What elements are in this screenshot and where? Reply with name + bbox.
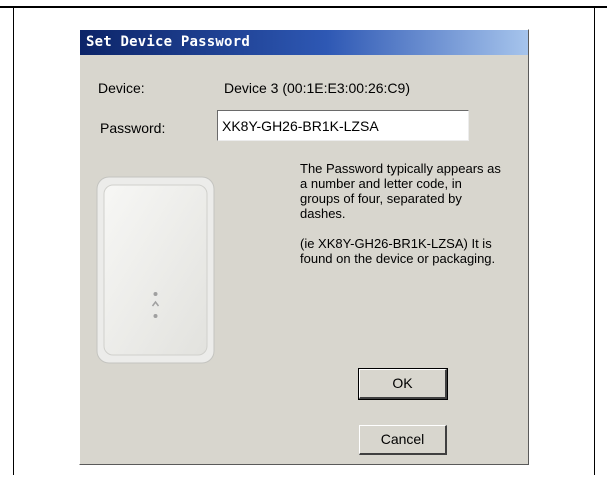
ok-button[interactable]: OK xyxy=(358,368,448,400)
device-label: Device: xyxy=(98,80,145,96)
help-text: The Password typically appears as a numb… xyxy=(300,161,505,281)
password-label: Password: xyxy=(100,120,166,136)
dialog-title: Set Device Password xyxy=(86,34,250,50)
cancel-button[interactable]: Cancel xyxy=(359,425,447,455)
dialog-titlebar[interactable]: Set Device Password xyxy=(80,30,528,55)
powerline-adapter-icon xyxy=(96,176,215,364)
device-value: Device 3 (00:1E:E3:00:26:C9) xyxy=(224,80,410,96)
set-password-dialog: Set Device Password Device: Device 3 (00… xyxy=(79,29,529,465)
help-paragraph-2: (ie XK8Y-GH26-BR1K-LZSA) It is found on … xyxy=(300,236,496,266)
help-paragraph-1: The Password typically appears as a numb… xyxy=(300,161,501,221)
password-input[interactable] xyxy=(217,110,469,141)
